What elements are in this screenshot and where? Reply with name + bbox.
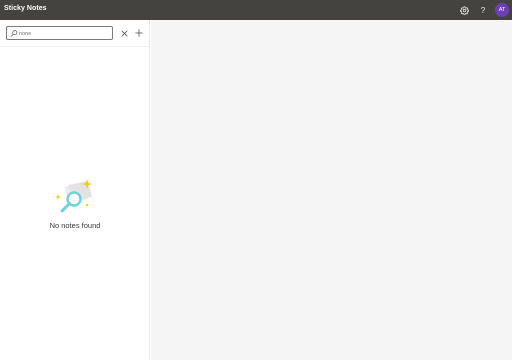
add-note-button[interactable] (133, 27, 145, 39)
search-box (6, 26, 113, 40)
avatar-initials: AT (498, 7, 506, 13)
notes-list-panel: No notes found (0, 20, 150, 360)
clear-search-button[interactable] (118, 27, 130, 39)
magnifier-notes-icon (55, 179, 92, 213)
panel-divider (0, 46, 149, 47)
help-button[interactable]: ? (476, 3, 490, 17)
search-icon (10, 30, 18, 37)
plus-icon (135, 29, 143, 37)
gear-icon (459, 5, 469, 15)
help-icon: ? (480, 5, 486, 15)
avatar[interactable]: AT (495, 3, 509, 17)
search-input[interactable] (19, 28, 111, 39)
settings-button[interactable] (457, 3, 471, 17)
sticky-notes-window: Sticky Notes ? AT none No notes found (0, 0, 512, 360)
close-icon (120, 29, 128, 37)
app-title: Sticky Notes (4, 5, 47, 12)
note-content-pane (151, 20, 512, 360)
title-bar: Sticky Notes ? AT (0, 0, 512, 20)
empty-state-message: No notes found (49, 221, 101, 230)
